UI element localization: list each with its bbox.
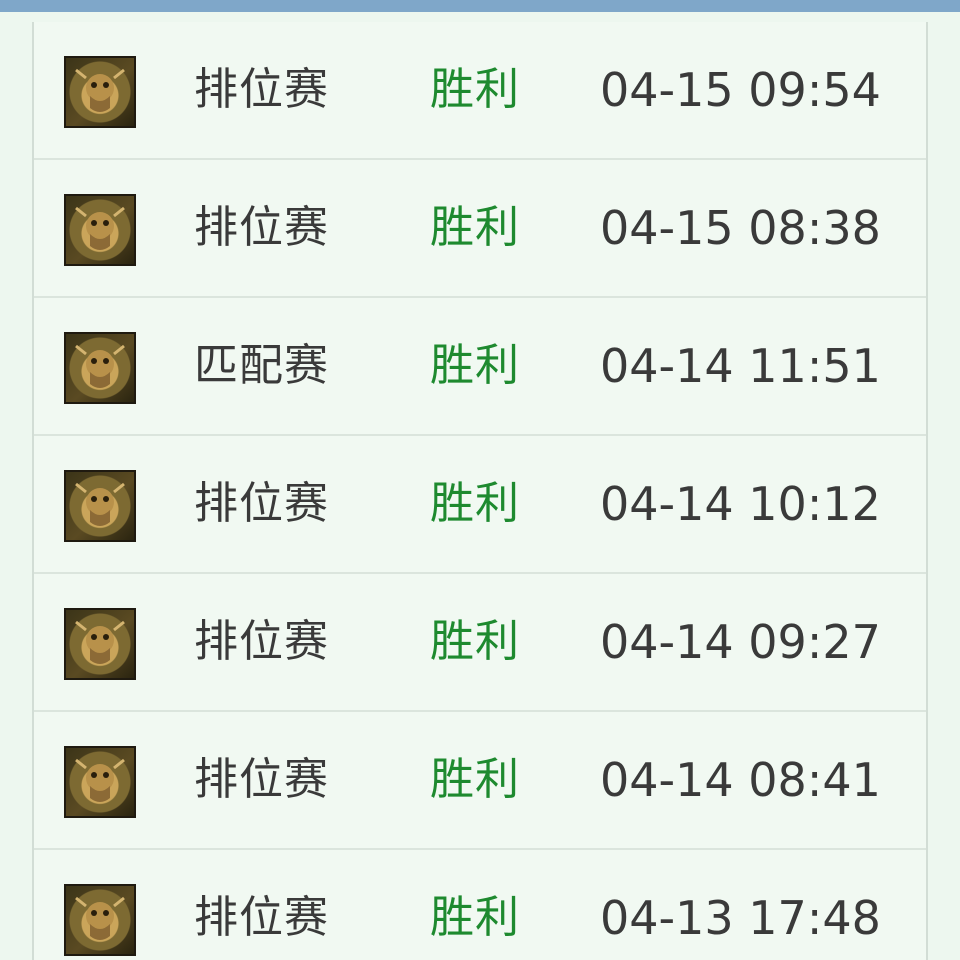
- match-time-label: 04-14 09:27: [600, 615, 881, 669]
- match-history-panel: 排位赛 胜利 04-15 09:54 排位赛 胜利 04-15 08:38 匹配…: [32, 22, 928, 960]
- champion-portrait-icon: [64, 332, 136, 404]
- match-history-page: 排位赛 胜利 04-15 09:54 排位赛 胜利 04-15 08:38 匹配…: [0, 0, 960, 960]
- champion-portrait-icon: [64, 56, 136, 128]
- game-mode-label: 排位赛: [194, 892, 329, 943]
- match-result-label: 胜利: [430, 754, 520, 805]
- match-list: 排位赛 胜利 04-15 09:54 排位赛 胜利 04-15 08:38 匹配…: [34, 22, 926, 960]
- champion-portrait-icon: [64, 884, 136, 956]
- match-time-label: 04-14 08:41: [600, 753, 881, 807]
- match-result-label: 胜利: [430, 340, 520, 391]
- match-row[interactable]: 匹配赛 胜利 04-14 11:51: [34, 298, 926, 436]
- game-mode-label: 排位赛: [194, 616, 329, 667]
- champion-portrait-icon: [64, 470, 136, 542]
- match-row[interactable]: 排位赛 胜利 04-14 10:12: [34, 436, 926, 574]
- match-row[interactable]: 排位赛 胜利 04-14 08:41: [34, 712, 926, 850]
- match-result-label: 胜利: [430, 478, 520, 529]
- match-time-label: 04-13 17:48: [600, 891, 881, 945]
- match-result-label: 胜利: [430, 64, 520, 115]
- game-mode-label: 排位赛: [194, 202, 329, 253]
- match-result-label: 胜利: [430, 892, 520, 943]
- game-mode-label: 排位赛: [194, 754, 329, 805]
- match-result-label: 胜利: [430, 616, 520, 667]
- champion-portrait-icon: [64, 608, 136, 680]
- champion-portrait-icon: [64, 194, 136, 266]
- match-row[interactable]: 排位赛 胜利 04-13 17:48: [34, 850, 926, 960]
- match-time-label: 04-14 10:12: [600, 477, 881, 531]
- header-bar: [0, 0, 960, 12]
- game-mode-label: 排位赛: [194, 64, 329, 115]
- match-time-label: 04-14 11:51: [600, 339, 881, 393]
- match-row[interactable]: 排位赛 胜利 04-14 09:27: [34, 574, 926, 712]
- game-mode-label: 排位赛: [194, 478, 329, 529]
- match-row[interactable]: 排位赛 胜利 04-15 09:54: [34, 22, 926, 160]
- match-time-label: 04-15 08:38: [600, 201, 881, 255]
- match-time-label: 04-15 09:54: [600, 63, 881, 117]
- game-mode-label: 匹配赛: [194, 340, 329, 391]
- match-row[interactable]: 排位赛 胜利 04-15 08:38: [34, 160, 926, 298]
- match-result-label: 胜利: [430, 202, 520, 253]
- champion-portrait-icon: [64, 746, 136, 818]
